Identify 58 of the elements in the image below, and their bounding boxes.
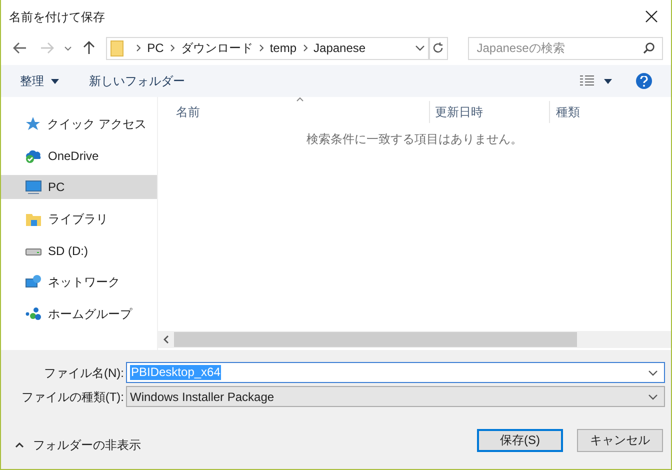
- star-icon: [25, 116, 41, 132]
- search-icon: [642, 42, 655, 54]
- navigation-item[interactable]: PC: [1, 175, 157, 200]
- chevron-right-icon: [302, 44, 308, 52]
- breadcrumb-item[interactable]: temp: [270, 39, 297, 57]
- view-options-button[interactable]: [580, 75, 612, 87]
- navigation-item[interactable]: SD (D:): [1, 238, 157, 263]
- breadcrumb-item[interactable]: PC: [147, 39, 164, 57]
- details-view-icon: [580, 75, 594, 87]
- navigation-item[interactable]: クイック アクセス: [1, 112, 157, 136]
- homegroup-icon: [25, 306, 42, 322]
- file-type-dropdown[interactable]: Windows Installer Package: [126, 386, 665, 407]
- navigation-item[interactable]: ホームグループ: [1, 302, 157, 326]
- help-icon: [640, 76, 648, 86]
- chevron-down-icon: [414, 45, 425, 51]
- refresh-icon: [433, 42, 444, 54]
- chevron-right-icon: [136, 44, 142, 52]
- file-type-label: ファイルの種類(T):: [20, 388, 125, 406]
- chevron-up-icon: [15, 442, 24, 448]
- scroll-left-icon: [163, 335, 169, 344]
- forward-arrow-icon: [40, 42, 54, 54]
- up-arrow-icon: [82, 41, 95, 55]
- folder-icon: [25, 211, 42, 228]
- folder-icon: [110, 40, 124, 56]
- chevron-right-icon: [258, 44, 264, 52]
- file-name-label: ファイル名(N):: [43, 364, 125, 382]
- navigation-item[interactable]: OneDrive: [1, 144, 157, 168]
- cloud-check-icon: [25, 148, 42, 164]
- organize-button[interactable]: 整理: [20, 72, 59, 90]
- window-title: 名前を付けて保存: [9, 8, 105, 26]
- empty-message: 検索条件に一致する項目はありません。: [306, 131, 522, 148]
- column-header[interactable]: 更新日時: [430, 101, 550, 123]
- dialog-button[interactable]: 保存(S): [477, 428, 563, 452]
- caret-icon: [64, 46, 72, 50]
- address-bar[interactable]: PC ダウンロード temp Japanese: [106, 36, 430, 60]
- refresh-button[interactable]: [430, 36, 448, 60]
- column-header[interactable]: 種類: [550, 101, 671, 123]
- help-button[interactable]: [636, 73, 652, 89]
- dialog-button[interactable]: キャンセル: [577, 428, 663, 452]
- caret-down-icon: [604, 78, 612, 84]
- caret-down-icon: [51, 78, 59, 84]
- network-icon: [25, 274, 42, 290]
- monitor-icon: [25, 179, 42, 196]
- navigation-item[interactable]: ライブラリ: [1, 207, 157, 232]
- search-field[interactable]: Japaneseの検索: [468, 36, 663, 60]
- breadcrumb-item[interactable]: ダウンロード: [180, 39, 253, 57]
- chevron-down-icon: [648, 394, 658, 400]
- scrollbar-thumb[interactable]: [174, 332, 577, 347]
- hide-folders-button[interactable]: フォルダーの非表示: [15, 436, 141, 454]
- back-arrow-icon: [12, 42, 27, 54]
- close-icon: [644, 10, 658, 23]
- column-header[interactable]: 名前: [158, 101, 430, 123]
- horizontal-scrollbar[interactable]: [158, 331, 671, 348]
- navigation-item[interactable]: ネットワーク: [1, 270, 157, 294]
- breadcrumb-item[interactable]: Japanese: [314, 39, 366, 57]
- chevron-down-icon: [648, 370, 658, 376]
- new-folder-button[interactable]: 新しいフォルダー: [89, 72, 185, 90]
- chevron-right-icon: [170, 44, 175, 52]
